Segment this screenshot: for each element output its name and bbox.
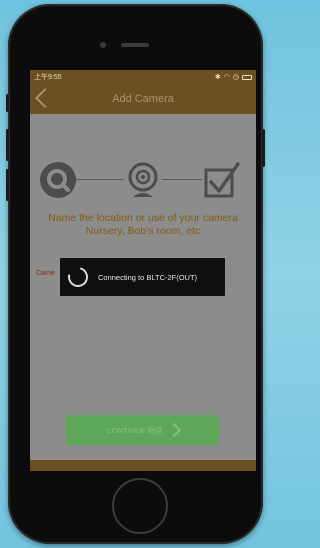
search-icon (40, 162, 76, 198)
step-indicator (30, 160, 256, 200)
bluetooth-icon: ✱ (214, 74, 221, 81)
chevron-right-icon (166, 422, 181, 438)
location-prompt: Name the location or use of your camera … (48, 212, 238, 237)
step-connector (72, 179, 124, 180)
toast-message: Connecting to BLTC-2F(OUT) (98, 272, 198, 282)
status-time: 上午9:55 (34, 74, 62, 81)
bottom-bar (30, 460, 256, 471)
continue-label: CONTINUE 继续 (106, 425, 163, 435)
mute-switch (6, 94, 9, 112)
camera-icon (128, 162, 158, 197)
continue-button[interactable]: CONTINUE 继续 (66, 415, 219, 445)
checkbox-icon (204, 162, 240, 198)
connecting-toast: Connecting to BLTC-2F(OUT) (60, 258, 225, 296)
chevron-left-icon[interactable] (35, 88, 55, 108)
home-button[interactable] (112, 478, 168, 534)
status-bar: 上午9:55 ✱ ◠ ◷ (30, 70, 256, 84)
alarm-icon: ◷ (232, 74, 239, 81)
wifi-icon: ◠ (223, 74, 230, 81)
status-icons: ✱ ◠ ◷ (215, 73, 252, 81)
volume-down-button (6, 169, 9, 201)
step-connector (162, 179, 202, 180)
nav-bar: Add Camera (30, 84, 256, 114)
spinner-icon (64, 263, 92, 291)
front-camera (100, 42, 106, 48)
power-button (262, 129, 265, 167)
app-screen: 上午9:55 ✱ ◠ ◷ Add Camera Name the locatio… (30, 70, 256, 471)
page-title: Add Camera (112, 93, 174, 105)
battery-icon (242, 74, 252, 80)
earpiece-speaker (121, 43, 149, 47)
camera-name-label: Came (36, 270, 55, 277)
volume-up-button (6, 129, 9, 161)
